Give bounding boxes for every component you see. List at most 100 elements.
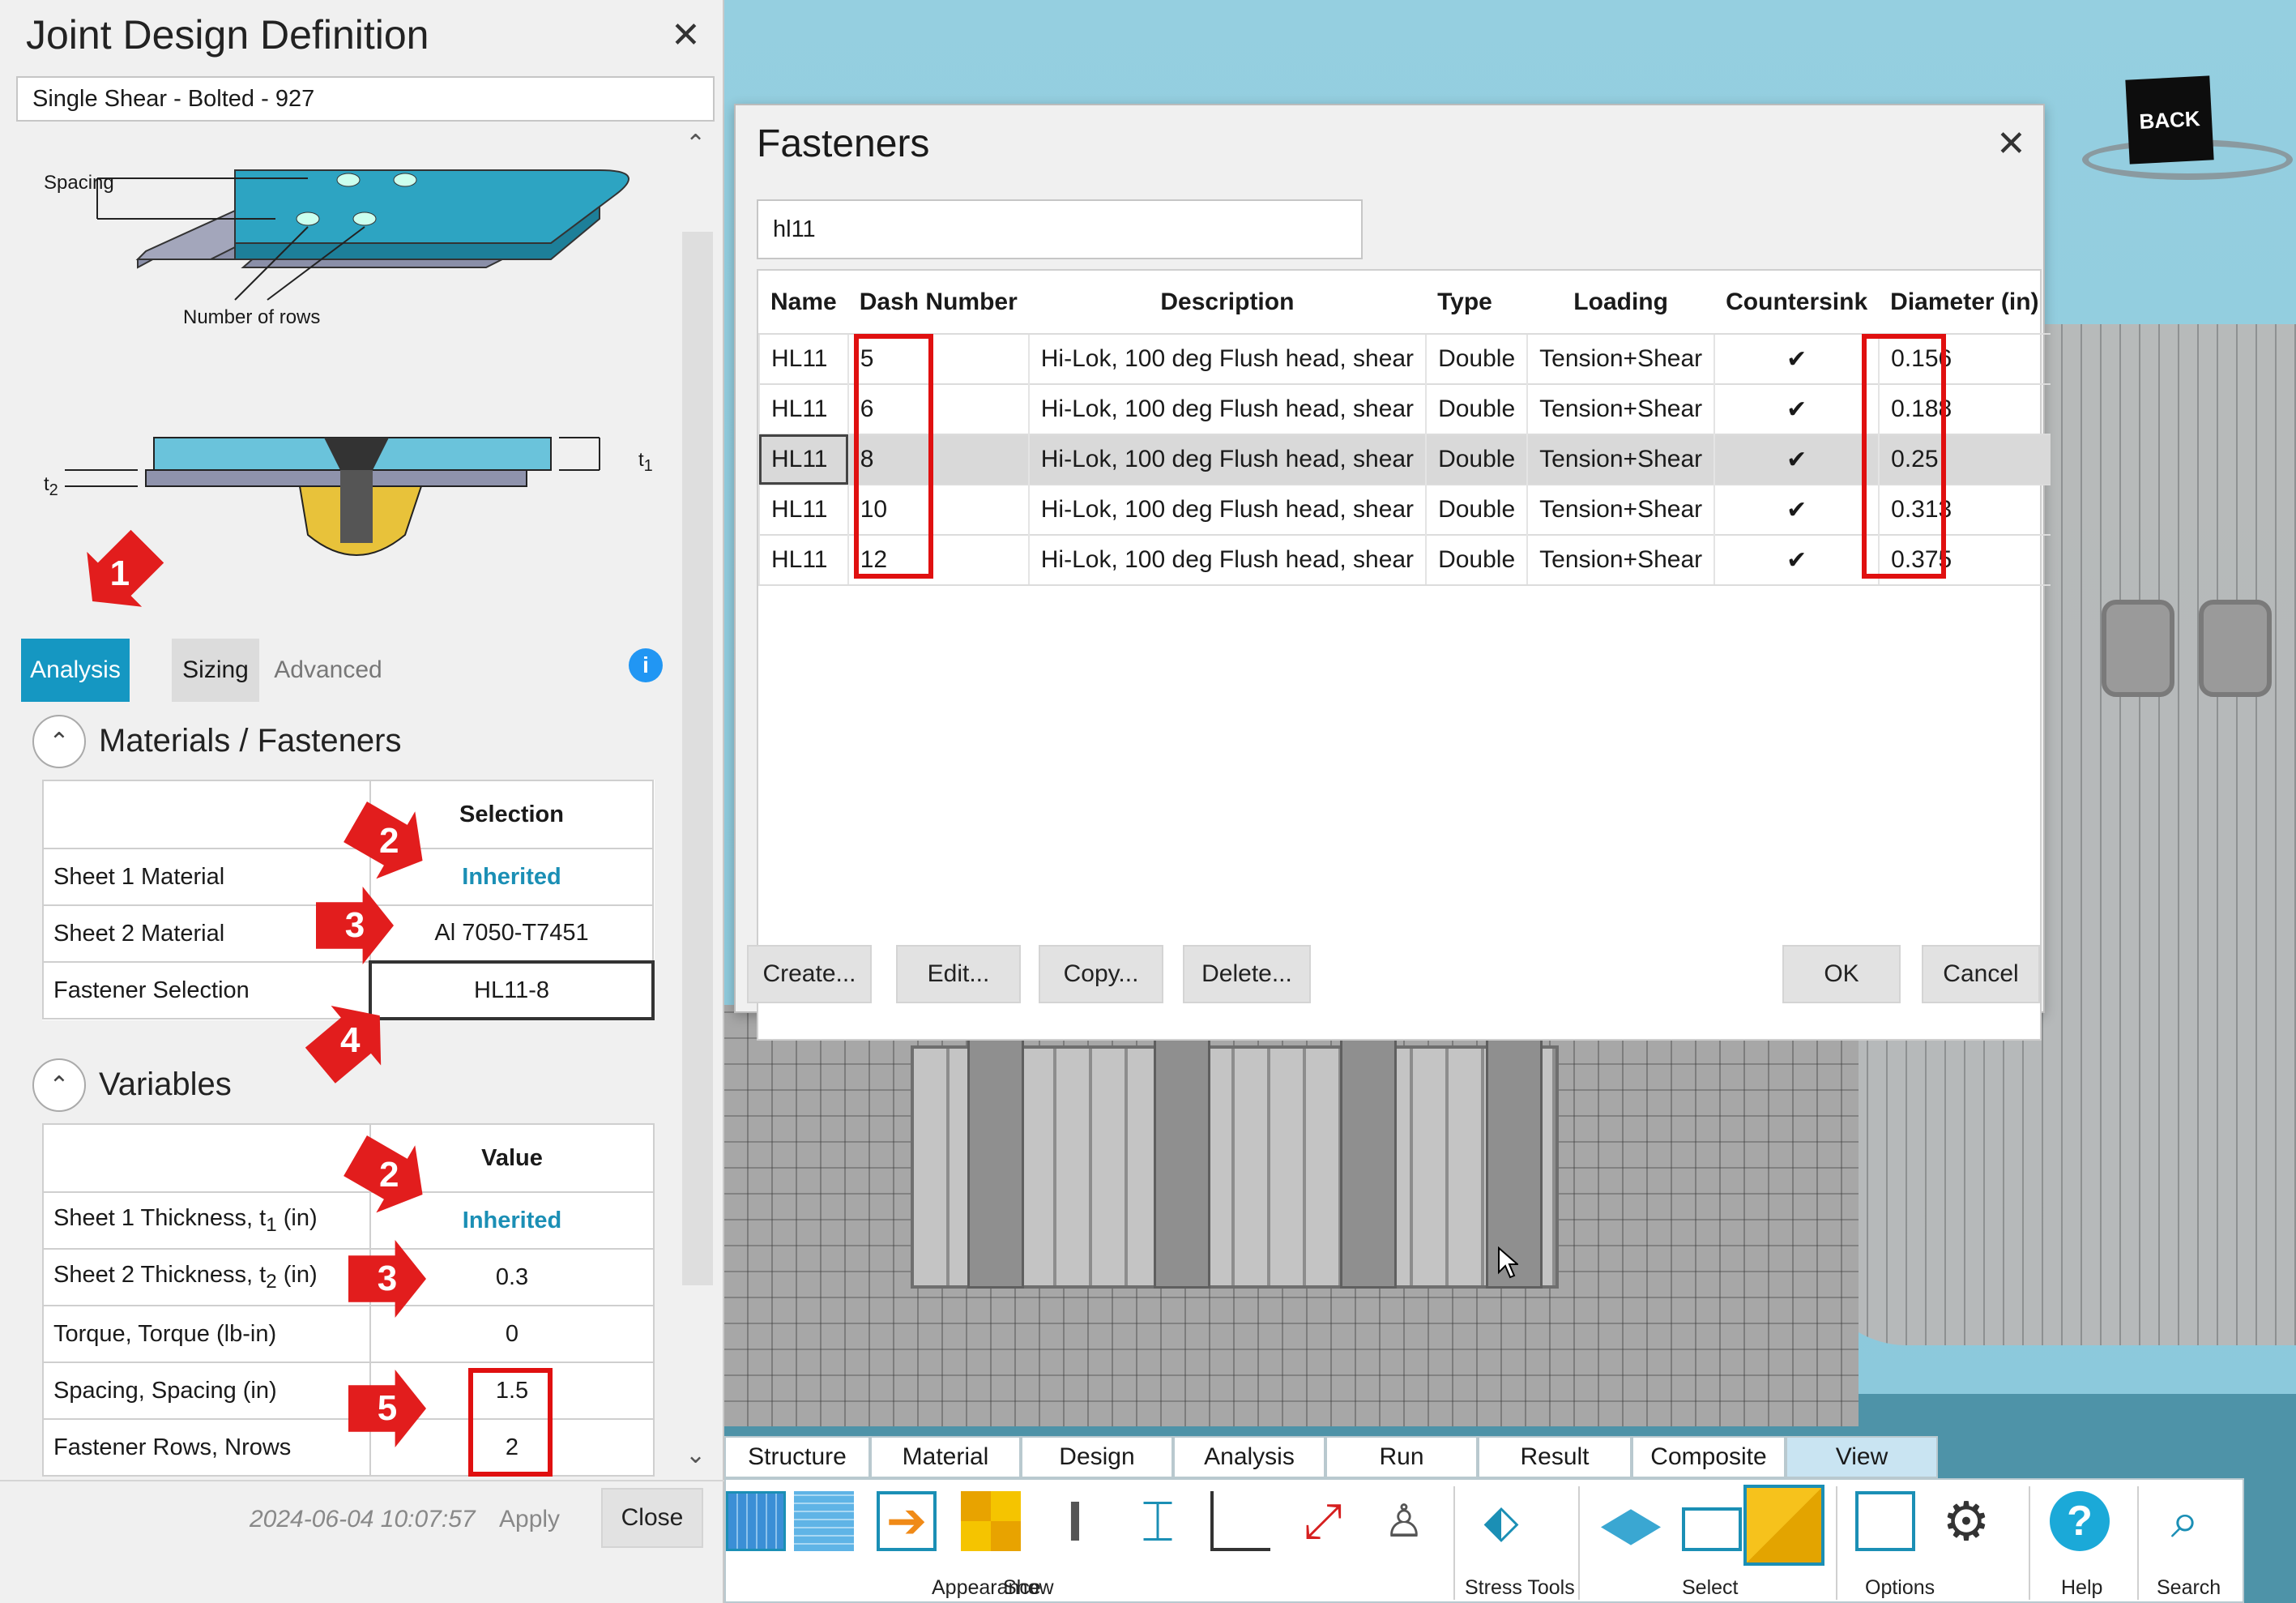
table-row-selected[interactable]: HL11 8 Hi-Lok, 100 deg Flush head, shear… bbox=[758, 434, 2051, 485]
table-row[interactable]: HL11 12 Hi-Lok, 100 deg Flush head, shea… bbox=[758, 534, 2051, 586]
dialog-close-icon[interactable]: ✕ bbox=[1996, 126, 2026, 162]
tab-sizing[interactable]: Sizing bbox=[172, 639, 259, 702]
col-header[interactable]: Description bbox=[1029, 271, 1426, 334]
cell-type: Double bbox=[1425, 534, 1528, 586]
tab-view[interactable]: View bbox=[1786, 1436, 1938, 1478]
table-row[interactable]: HL11 10 Hi-Lok, 100 deg Flush head, shea… bbox=[758, 484, 2051, 535]
panel-title: Joint Design Definition bbox=[26, 12, 429, 58]
checker-icon[interactable] bbox=[961, 1491, 1021, 1551]
beam-i-icon[interactable]: I bbox=[1045, 1491, 1105, 1551]
collapse-variables-icon[interactable]: ⌃ bbox=[32, 1058, 86, 1112]
panel-scrollbar[interactable] bbox=[682, 232, 713, 1285]
ok-button[interactable]: OK bbox=[1782, 945, 1901, 1003]
col-header[interactable]: Countersink bbox=[1714, 271, 1879, 334]
collapse-materials-icon[interactable]: ⌃ bbox=[32, 715, 86, 768]
joint-name-field[interactable]: Single Shear - Bolted - 927 bbox=[16, 76, 715, 122]
close-icon[interactable]: ✕ bbox=[671, 18, 701, 53]
mesh-solid-icon[interactable] bbox=[794, 1491, 854, 1551]
scroll-down-icon[interactable]: ⌄ bbox=[685, 1441, 706, 1469]
cell-loading: Tension+Shear bbox=[1526, 484, 1715, 535]
tab-design[interactable]: Design bbox=[1021, 1436, 1173, 1478]
dialog-title: Fasteners bbox=[757, 122, 930, 165]
group-separator bbox=[2137, 1486, 2139, 1600]
group-separator bbox=[1836, 1486, 1837, 1600]
info-icon[interactable]: i bbox=[629, 648, 663, 682]
table-header-row: Name Dash Number Description Type Loadin… bbox=[759, 271, 2051, 334]
tab-composite[interactable]: Composite bbox=[1632, 1436, 1786, 1478]
astronaut-icon[interactable]: ♙ bbox=[1374, 1491, 1434, 1551]
table-row[interactable]: HL11 5 Hi-Lok, 100 deg Flush head, shear… bbox=[758, 333, 2051, 384]
fastener-search-input[interactable]: hl11 bbox=[757, 199, 1363, 259]
mesh-grid-icon[interactable] bbox=[726, 1491, 786, 1551]
edit-button[interactable]: Edit... bbox=[896, 945, 1021, 1003]
select-box-icon[interactable] bbox=[1682, 1507, 1742, 1551]
select-face-icon[interactable] bbox=[1601, 1509, 1661, 1545]
row-label: Sheet 1 Material bbox=[42, 848, 371, 906]
cell-description: Hi-Lok, 100 deg Flush head, shear bbox=[1027, 534, 1427, 586]
annotation-highlight-dash-numbers bbox=[854, 334, 933, 579]
plane-axes-icon[interactable] bbox=[1210, 1491, 1270, 1551]
select-pick-icon[interactable] bbox=[1743, 1485, 1824, 1566]
tab-run[interactable]: Run bbox=[1325, 1436, 1478, 1478]
table-row[interactable]: Torque, Torque (lb-in) 0 bbox=[42, 1305, 655, 1363]
gear-icon[interactable]: ⚙ bbox=[1936, 1491, 1996, 1551]
table-row[interactable]: Sheet 1 Thickness, t1 (in) Inherited bbox=[42, 1191, 655, 1250]
create-button[interactable]: Create... bbox=[747, 945, 872, 1003]
coordinate-axes-icon[interactable]: ⤢ bbox=[1293, 1491, 1353, 1551]
rib-panel bbox=[967, 1029, 1024, 1289]
mouse-cursor-icon bbox=[1498, 1246, 1518, 1279]
col-header[interactable]: Dash Number bbox=[848, 271, 1029, 334]
fasteners-table: Name Dash Number Description Type Loadin… bbox=[758, 271, 2051, 586]
options-window-icon[interactable] bbox=[1855, 1491, 1915, 1551]
sheet1-thickness-value[interactable]: Inherited bbox=[369, 1191, 655, 1250]
group-separator bbox=[1453, 1486, 1455, 1600]
help-icon[interactable]: ? bbox=[2050, 1491, 2110, 1551]
col-header[interactable]: Diameter (in) bbox=[1879, 271, 2050, 334]
cell-name: HL11 bbox=[758, 333, 848, 384]
table-row[interactable]: HL11 6 Hi-Lok, 100 deg Flush head, shear… bbox=[758, 383, 2051, 434]
beam-channel-icon[interactable]: ⌶ bbox=[1128, 1491, 1188, 1551]
tab-advanced[interactable]: Advanced bbox=[267, 639, 389, 702]
cell-loading: Tension+Shear bbox=[1526, 333, 1715, 384]
col-header[interactable]: Type bbox=[1426, 271, 1527, 334]
joint-design-panel: Joint Design Definition ✕ Single Shear -… bbox=[0, 0, 724, 1603]
cell-name: HL11 bbox=[758, 534, 848, 586]
diagram-label-spacing: Spacing bbox=[44, 172, 114, 194]
cell-name: HL11 bbox=[758, 434, 848, 485]
diagram-label-rows: Number of rows bbox=[183, 306, 321, 328]
row-label: Fastener Rows, Nrows bbox=[42, 1418, 371, 1477]
delete-button[interactable]: Delete... bbox=[1183, 945, 1311, 1003]
close-button[interactable]: Close bbox=[601, 1488, 703, 1548]
tab-analysis[interactable]: Analysis bbox=[21, 639, 130, 702]
cell-description: Hi-Lok, 100 deg Flush head, shear bbox=[1027, 333, 1427, 384]
stress-tools-icon[interactable]: ⬖ bbox=[1471, 1491, 1531, 1551]
view-cube-back-face[interactable]: BACK bbox=[2125, 75, 2214, 165]
tab-material[interactable]: Material bbox=[870, 1436, 1021, 1478]
section-title-materials: Materials / Fasteners bbox=[99, 723, 402, 759]
tab-structure[interactable]: Structure bbox=[724, 1436, 870, 1478]
joint-diagram bbox=[65, 169, 629, 556]
cell-type: Double bbox=[1425, 484, 1528, 535]
ribbon-panel: ➔ I ⌶ ⤢ ♙ ⬖ ⚙ ? ⌕ Appearance Show Stress… bbox=[724, 1478, 2244, 1603]
torque-value[interactable]: 0 bbox=[369, 1305, 655, 1363]
scroll-up-icon[interactable]: ⌃ bbox=[685, 130, 706, 158]
tab-result[interactable]: Result bbox=[1478, 1436, 1632, 1478]
copy-button[interactable]: Copy... bbox=[1039, 945, 1163, 1003]
tab-analysis-ribbon[interactable]: Analysis bbox=[1173, 1436, 1325, 1478]
cell-loading: Tension+Shear bbox=[1526, 534, 1715, 586]
cell-loading: Tension+Shear bbox=[1526, 434, 1715, 485]
table-row[interactable]: Sheet 1 Material Inherited bbox=[42, 848, 654, 906]
cancel-button[interactable]: Cancel bbox=[1922, 945, 2040, 1003]
group-label-options: Options bbox=[1865, 1576, 1935, 1599]
arrow-right-icon[interactable]: ➔ bbox=[877, 1491, 937, 1551]
search-icon[interactable]: ⌕ bbox=[2155, 1491, 2215, 1551]
diagram-label-t2: t2 bbox=[44, 473, 58, 499]
group-separator bbox=[2029, 1486, 2030, 1600]
cell-type: Double bbox=[1425, 434, 1528, 485]
col-header[interactable]: Name bbox=[759, 271, 848, 334]
sheet2-material-value[interactable]: Al 7050-T7451 bbox=[369, 904, 654, 963]
fastener-selection-field[interactable]: HL11-8 bbox=[369, 960, 655, 1020]
apply-button[interactable]: Apply bbox=[499, 1506, 560, 1533]
cell-type: Double bbox=[1425, 383, 1528, 434]
col-header[interactable]: Loading bbox=[1527, 271, 1714, 334]
